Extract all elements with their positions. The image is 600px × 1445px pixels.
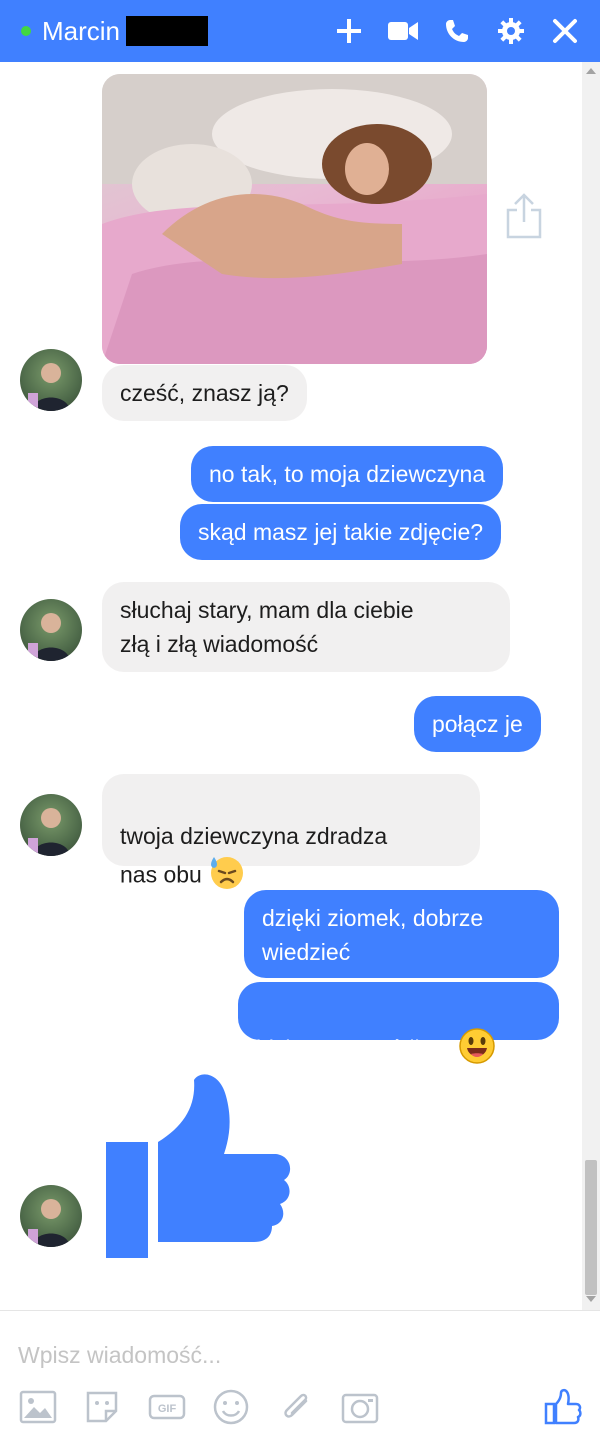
- svg-text:GIF: GIF: [158, 1403, 177, 1415]
- message-input[interactable]: [18, 1335, 578, 1375]
- incoming-message: słuchaj stary, mam dla ciebie złą i złą …: [102, 582, 510, 672]
- contact-avatar[interactable]: [20, 349, 82, 411]
- emoji-icon[interactable]: [211, 1387, 251, 1427]
- composer-divider: [0, 1310, 600, 1311]
- video-call-icon[interactable]: [386, 14, 420, 48]
- scroll-down-arrow-icon[interactable]: [582, 1294, 600, 1304]
- outgoing-message: idziemy na wódkę?: [238, 982, 559, 1064]
- like-icon[interactable]: [543, 1387, 583, 1427]
- outgoing-message: dzięki ziomek, dobrze wiedzieć: [244, 890, 559, 978]
- incoming-message: cześć, znasz ją?: [102, 365, 307, 421]
- like-sticker-icon: [104, 1066, 294, 1262]
- redacted-surname-bar: [126, 16, 209, 46]
- chat-header: Marcin: [0, 0, 600, 62]
- sticker-icon[interactable]: [82, 1387, 122, 1427]
- settings-icon[interactable]: [494, 14, 528, 48]
- share-icon[interactable]: [505, 192, 543, 240]
- close-icon[interactable]: [548, 14, 582, 48]
- scrollbar[interactable]: [582, 62, 600, 1310]
- message-text: idziemy na wódkę?: [256, 1035, 452, 1062]
- contact-avatar[interactable]: [20, 794, 82, 856]
- outgoing-message: skąd masz jej takie zdjęcie?: [180, 504, 502, 560]
- scrollbar-thumb[interactable]: [585, 1160, 597, 1295]
- downcast-sweat-face-icon: [208, 853, 246, 900]
- add-icon[interactable]: [332, 14, 366, 48]
- message-text: twoja dziewczyna zdradza nas obu: [120, 823, 388, 888]
- scroll-up-arrow-icon[interactable]: [582, 66, 600, 76]
- smiling-face-icon: [458, 1027, 496, 1074]
- camera-icon[interactable]: [340, 1387, 380, 1427]
- online-status-dot: [21, 26, 31, 36]
- phone-icon[interactable]: [440, 14, 474, 48]
- message-thread: cześć, znasz ją? no tak, to moja dziewcz…: [0, 62, 582, 1310]
- outgoing-message: no tak, to moja dziewczyna: [191, 446, 504, 502]
- outgoing-message: połącz je: [414, 696, 541, 752]
- gif-icon[interactable]: GIF: [147, 1387, 187, 1427]
- attachment-icon[interactable]: [276, 1387, 316, 1427]
- image-icon[interactable]: [18, 1387, 58, 1427]
- shared-photo[interactable]: [102, 74, 487, 364]
- incoming-message: twoja dziewczyna zdradza nas obu: [102, 774, 480, 889]
- composer-toolbar: GIF: [0, 1385, 600, 1435]
- contact-name[interactable]: Marcin: [42, 16, 120, 47]
- contact-avatar[interactable]: [20, 1185, 82, 1247]
- contact-avatar[interactable]: [20, 599, 82, 661]
